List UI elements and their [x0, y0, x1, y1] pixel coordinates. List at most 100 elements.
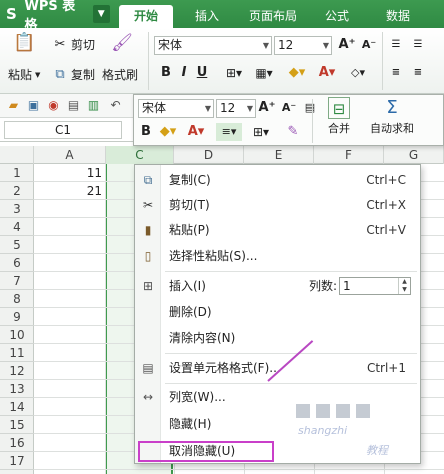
- menu-item-insert[interactable]: ⊞ 插入(I) 列数: 1 ▲ ▼: [135, 275, 420, 297]
- column-header-c[interactable]: C: [106, 146, 174, 164]
- underline-button[interactable]: U: [194, 64, 210, 82]
- autosum-button[interactable]: Σ 自动求和: [370, 97, 414, 136]
- grow-font-button[interactable]: A⁺: [338, 36, 356, 54]
- paste-label-button[interactable]: 粘贴 ▼: [8, 66, 40, 83]
- font-name-select[interactable]: 宋体 ▼: [154, 36, 272, 55]
- row-header[interactable]: 7: [0, 272, 34, 290]
- font-size-select[interactable]: 12 ▼: [274, 36, 332, 55]
- paste-special-icon: ▯: [144, 249, 152, 263]
- format-painter-button[interactable]: 🖌: [104, 32, 140, 54]
- row-header[interactable]: 2: [0, 182, 34, 200]
- cell-a1[interactable]: 11: [34, 164, 104, 182]
- mini-font-name-select[interactable]: 宋体 ▼: [138, 99, 214, 118]
- font-name-value: 宋体: [158, 38, 183, 52]
- clear-format-button[interactable]: ◇▾: [346, 64, 370, 82]
- tab-home[interactable]: 开始: [119, 5, 173, 28]
- row-header[interactable]: 1: [0, 164, 34, 182]
- menu-item-cut[interactable]: ✂ 剪切(T) Ctrl+X: [135, 194, 420, 216]
- row-header[interactable]: 11: [0, 344, 34, 362]
- merge-button[interactable]: ⊟ 合并: [328, 97, 350, 136]
- column-header-row: A C D E F G: [0, 146, 444, 164]
- copy-button[interactable]: ⧉ 复制: [52, 66, 95, 83]
- mini-font-size-value: 12: [220, 101, 236, 115]
- mini-fill-color-button[interactable]: ◆▾: [156, 123, 180, 141]
- row-header[interactable]: 13: [0, 380, 34, 398]
- fill-color-button[interactable]: ◆▾: [284, 64, 310, 82]
- bold-button[interactable]: B: [158, 64, 174, 82]
- app-menu-button[interactable]: S WPS 表格 ▼: [2, 0, 110, 33]
- print-icon[interactable]: ▤: [66, 98, 81, 113]
- print-preview-icon[interactable]: ◉: [46, 98, 61, 113]
- mini-bold-button[interactable]: B: [138, 123, 154, 141]
- row-header[interactable]: 16: [0, 434, 34, 452]
- tab-insert[interactable]: 插入: [181, 5, 233, 28]
- italic-button[interactable]: I: [176, 64, 192, 82]
- mini-font-color-button[interactable]: A▾: [184, 123, 208, 141]
- row-header[interactable]: 9: [0, 308, 34, 326]
- undo-icon[interactable]: ↶: [108, 98, 123, 113]
- align-center-icon[interactable]: ≡: [410, 64, 426, 82]
- mini-grow-font-button[interactable]: A⁺: [258, 99, 276, 117]
- cell-a2[interactable]: 21: [34, 182, 104, 200]
- name-box[interactable]: C1: [4, 121, 122, 139]
- tab-page-layout[interactable]: 页面布局: [241, 5, 305, 28]
- mini-format-cells-icon[interactable]: ▤: [302, 99, 318, 117]
- menu-item-copy[interactable]: ⧉ 复制(C) Ctrl+C: [135, 169, 420, 191]
- row-header[interactable]: 17: [0, 452, 34, 470]
- watermark-text: shangzhi: [298, 424, 348, 437]
- shrink-font-button[interactable]: A⁻: [360, 36, 378, 54]
- menu-item-delete[interactable]: 删除(D): [135, 301, 420, 323]
- row-header[interactable]: 15: [0, 416, 34, 434]
- align-top-icon[interactable]: ☰: [388, 36, 404, 54]
- menu-item-paste-special[interactable]: ▯ 选择性粘贴(S)...: [135, 245, 420, 267]
- menu-item-shortcut: Ctrl+1: [366, 361, 406, 375]
- borders-button[interactable]: ⊞▾: [220, 64, 248, 82]
- align-left-icon[interactable]: ≡: [388, 64, 404, 82]
- export-icon[interactable]: ▥: [86, 98, 101, 113]
- menu-item-format-cells[interactable]: ▤ 设置单元格格式(F)... Ctrl+1: [135, 357, 420, 379]
- column-count-spinner[interactable]: 1 ▲ ▼: [339, 277, 411, 295]
- save-icon[interactable]: ▣: [26, 98, 41, 113]
- column-header-e[interactable]: E: [244, 146, 314, 164]
- row-header[interactable]: 14: [0, 398, 34, 416]
- ribbon-home: 📋 粘贴 ▼ ✂ 剪切 ⧉ 复制 🖌 格式刷 宋体 ▼ 12 ▼ A⁺ A⁻ ☰…: [0, 28, 444, 94]
- column-header-a[interactable]: A: [34, 146, 106, 164]
- mini-brush-icon[interactable]: ✎: [284, 123, 302, 141]
- cut-button[interactable]: ✂ 剪切: [52, 36, 95, 53]
- mini-align-button[interactable]: ≡▾: [216, 123, 242, 141]
- menu-item-clear-contents[interactable]: 清除内容(N): [135, 327, 420, 349]
- font-color-button[interactable]: A▾: [314, 64, 340, 82]
- spinner-arrows-icon[interactable]: ▲ ▼: [398, 278, 410, 294]
- row-header[interactable]: 10: [0, 326, 34, 344]
- menu-item-shortcut: Ctrl+V: [366, 223, 406, 237]
- row-header[interactable]: 12: [0, 362, 34, 380]
- column-header-g[interactable]: G: [384, 146, 444, 164]
- align-middle-icon[interactable]: ☰: [410, 36, 426, 54]
- tab-formulas[interactable]: 公式: [312, 5, 362, 28]
- open-folder-icon[interactable]: ▰: [6, 98, 21, 113]
- chevron-down-icon: ▼: [246, 104, 253, 113]
- menu-item-label: 列宽(W)...: [169, 390, 226, 404]
- cell-style-button[interactable]: ▦▾: [252, 64, 276, 82]
- row-header[interactable]: 8: [0, 290, 34, 308]
- row-header[interactable]: 3: [0, 200, 34, 218]
- tab-data[interactable]: 数据: [372, 5, 424, 28]
- column-header-d[interactable]: D: [174, 146, 244, 164]
- watermark-subtext: 教程: [366, 444, 388, 457]
- watermark-block: [336, 404, 350, 418]
- row-header[interactable]: 5: [0, 236, 34, 254]
- copy-icon: ⧉: [55, 66, 65, 82]
- brush-icon: 🖌: [111, 33, 133, 53]
- paste-button[interactable]: 📋: [10, 32, 38, 54]
- mini-font-size-select[interactable]: 12 ▼: [216, 99, 256, 118]
- column-width-icon: ↔: [142, 390, 154, 404]
- format-painter-label-button[interactable]: 格式刷: [102, 66, 138, 83]
- mini-borders-button[interactable]: ⊞▾: [248, 123, 274, 141]
- chevron-down-icon[interactable]: ▼: [92, 5, 110, 23]
- row-header[interactable]: 6: [0, 254, 34, 272]
- mini-shrink-font-button[interactable]: A⁻: [280, 99, 298, 117]
- row-header[interactable]: 4: [0, 218, 34, 236]
- select-all-corner[interactable]: [0, 146, 34, 164]
- menu-item-paste[interactable]: ▮ 粘贴(P) Ctrl+V: [135, 219, 420, 241]
- column-header-f[interactable]: F: [314, 146, 384, 164]
